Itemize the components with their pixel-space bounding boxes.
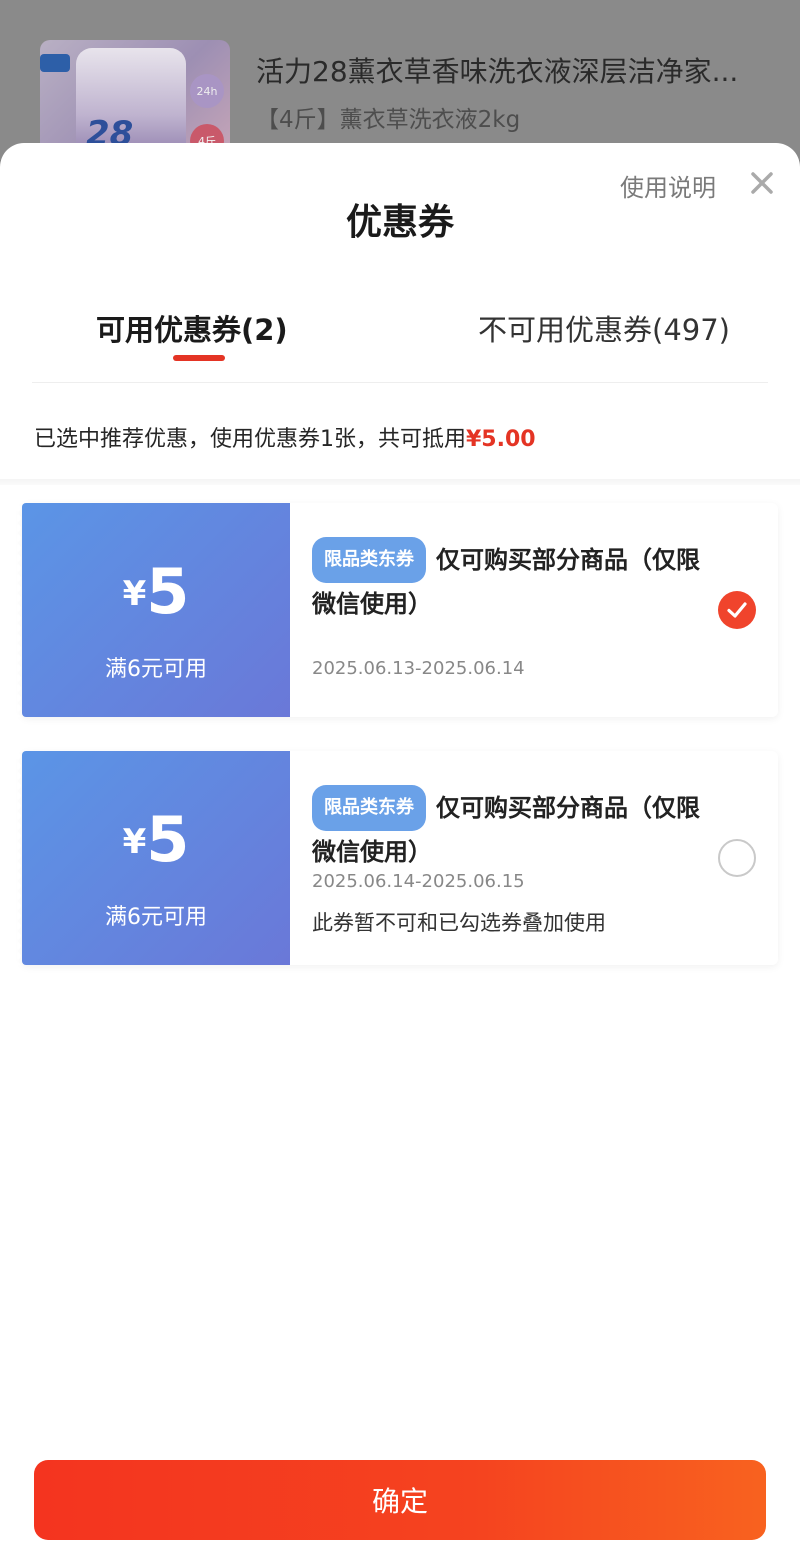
close-icon [751, 172, 773, 194]
close-button[interactable] [748, 169, 776, 197]
tab-available[interactable]: 可用优惠券(2) [96, 307, 288, 349]
coupon-checkbox-unchecked[interactable] [718, 839, 756, 877]
coupon-tag: 限品类东券 [312, 785, 426, 831]
tab-active-indicator [173, 355, 225, 361]
coupon-tabs: 可用优惠券(2) 不可用优惠券(497) [32, 303, 768, 383]
product-spec: 【4斤】薰衣草洗衣液2kg [256, 107, 521, 133]
coupon-value-panel: ¥5 满6元可用 [17, 751, 290, 965]
brand-logo-icon [40, 54, 70, 72]
coupon-sheet: 优惠券 使用说明 可用优惠券(2) 不可用优惠券(497) 已选中推荐优惠，使用… [0, 143, 800, 1553]
coupon-info: 限品类东券 仅可购买部分商品（仅限微信使用） [312, 785, 712, 873]
coupon-condition: 满6元可用 [105, 657, 207, 682]
coupon-value: ¥5 [22, 555, 290, 628]
coupon-card[interactable]: ¥5 满6元可用 限品类东券 仅可购买部分商品（仅限微信使用） 2025.06.1… [17, 751, 778, 965]
tab-unavailable[interactable]: 不可用优惠券(497) [478, 307, 730, 349]
coupon-date: 2025.06.14-2025.06.15 [312, 871, 525, 892]
summary-amount: ¥5.00 [466, 427, 536, 452]
coupon-value: ¥5 [22, 803, 290, 876]
coupon-card[interactable]: ¥5 满6元可用 限品类东券 仅可购买部分商品（仅限微信使用） 2025.06.1… [17, 503, 778, 717]
coupon-amount: 5 [146, 555, 190, 628]
coupon-description-block: 限品类东券 仅可购买部分商品（仅限微信使用） [312, 785, 712, 873]
product-bar: 28 24h 4斤 活力28薰衣草香味洗衣液深层洁净家... 【4斤】薰衣草洗衣… [0, 0, 800, 160]
badge-24h-icon: 24h [190, 74, 224, 108]
summary-text: 已选中推荐优惠，使用优惠券1张，共可抵用 [34, 427, 466, 452]
coupon-currency: ¥ [122, 822, 147, 862]
coupon-checkbox-checked[interactable] [718, 591, 756, 629]
coupon-tag: 限品类东券 [312, 537, 426, 583]
coupon-note: 此券暂不可和已勾选券叠加使用 [312, 911, 606, 935]
coupon-date: 2025.06.13-2025.06.14 [312, 658, 525, 679]
coupon-condition: 满6元可用 [105, 905, 207, 930]
checkmark-icon [727, 602, 747, 618]
confirm-button[interactable]: 确定 [34, 1460, 766, 1540]
section-divider [0, 479, 800, 485]
product-title: 活力28薰衣草香味洗衣液深层洁净家... [256, 55, 739, 88]
coupon-amount: 5 [146, 803, 190, 876]
coupon-currency: ¥ [122, 574, 147, 614]
selection-summary: 已选中推荐优惠，使用优惠券1张，共可抵用¥5.00 [34, 421, 536, 453]
usage-instructions-link[interactable]: 使用说明 [620, 168, 716, 203]
coupon-info: 限品类东券 仅可购买部分商品（仅限微信使用） [312, 537, 712, 625]
coupon-value-panel: ¥5 满6元可用 [17, 503, 290, 717]
product-image: 28 24h 4斤 [40, 40, 230, 160]
coupon-description-block: 限品类东券 仅可购买部分商品（仅限微信使用） [312, 537, 712, 625]
